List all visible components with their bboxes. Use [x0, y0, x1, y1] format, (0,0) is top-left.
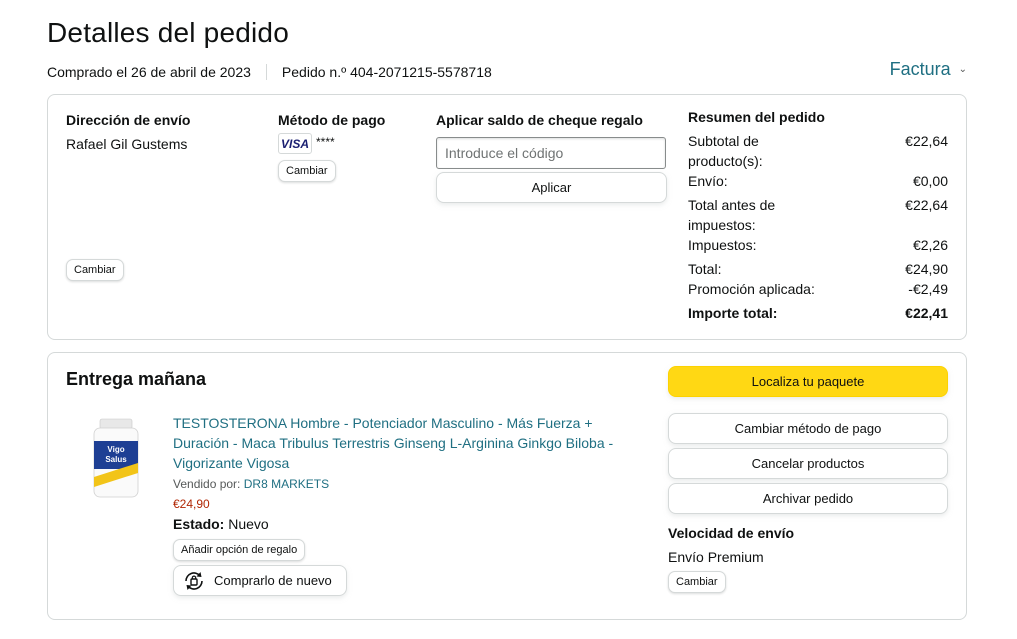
sold-by-label: Vendido por:	[173, 477, 241, 491]
shipping-speed-value: Envío Premium	[668, 549, 764, 565]
status-value: Nuevo	[228, 516, 269, 532]
invoice-label: Factura	[889, 59, 951, 79]
change-payment-button[interactable]: Cambiar	[278, 160, 336, 182]
delivery-heading: Entrega mañana	[66, 369, 207, 389]
summary-label: Promoción aplicada:	[688, 281, 815, 297]
change-address-button[interactable]: Cambiar	[66, 259, 124, 281]
summary-label: Impuestos:	[688, 237, 757, 253]
product-image[interactable]: Vigo Salus	[88, 417, 144, 499]
order-summary: Resumen del pedido Subtotal de producto(…	[688, 109, 948, 327]
summary-row: Impuestos: €2,26	[688, 235, 948, 255]
meta-divider	[265, 64, 267, 80]
visa-icon: VISA	[278, 133, 312, 154]
payment-heading: Método de pago	[278, 112, 386, 128]
purchase-date: Comprado el 26 de abril de 2023	[47, 64, 251, 80]
product-brand-text: Vigo	[107, 445, 124, 454]
order-meta: Comprado el 26 de abril de 2023 Pedido n…	[47, 64, 492, 80]
summary-value: €2,26	[912, 237, 948, 253]
product-brand-text: Salus	[105, 455, 127, 464]
product-price: €24,90	[173, 497, 210, 511]
shipping-name: Rafael Gil Gustems	[66, 136, 188, 152]
summary-value: -€2,49	[908, 281, 948, 297]
grand-total-row: Importe total: €22,41	[688, 303, 948, 323]
reorder-icon	[182, 569, 206, 593]
sold-by: Vendido por: DR8 MARKETS	[173, 477, 329, 491]
buy-again-label: Comprarlo de nuevo	[214, 573, 332, 588]
summary-value: €22,64	[905, 197, 948, 213]
summary-value: €24,90	[905, 261, 948, 277]
summary-row: Total: €24,90	[688, 259, 948, 279]
change-payment-method-button[interactable]: Cambiar método de pago	[668, 413, 948, 444]
status-label: Estado:	[173, 516, 225, 532]
summary-row: Promoción aplicada: -€2,49	[688, 279, 948, 299]
seller-link[interactable]: DR8 MARKETS	[244, 477, 329, 491]
summary-value: €0,00	[912, 173, 948, 189]
track-package-button[interactable]: Localiza tu paquete	[668, 366, 948, 397]
summary-row: Total antes de impuestos: €22,64	[688, 195, 948, 235]
summary-label: Envío:	[688, 173, 728, 189]
shipping-speed-heading: Velocidad de envío	[668, 525, 795, 541]
summary-label: Total:	[688, 261, 722, 277]
summary-label: Subtotal de producto(s):	[688, 133, 763, 169]
cancel-items-button[interactable]: Cancelar productos	[668, 448, 948, 479]
buy-again-button[interactable]: Comprarlo de nuevo	[173, 565, 347, 596]
card-number-mask: ****	[316, 135, 335, 149]
product-title-link[interactable]: TESTOSTERONA Hombre - Potenciador Mascul…	[173, 413, 633, 473]
chevron-down-icon: ⌄	[958, 64, 967, 75]
summary-row: Envío: €0,00	[688, 171, 948, 191]
apply-gift-button[interactable]: Aplicar	[436, 172, 667, 203]
grand-total-value: €22,41	[905, 305, 948, 321]
gift-card-heading: Aplicar saldo de cheque regalo	[436, 112, 643, 128]
summary-heading: Resumen del pedido	[688, 109, 825, 125]
order-info-card: Dirección de envío Rafael Gil Gustems Ca…	[47, 94, 967, 340]
grand-total-label: Importe total:	[688, 305, 778, 321]
summary-label: Total antes de impuestos:	[688, 197, 776, 233]
gift-option-button[interactable]: Añadir opción de regalo	[173, 539, 306, 561]
summary-row: Subtotal de producto(s): €22,64	[688, 131, 948, 171]
page-title: Detalles del pedido	[47, 17, 289, 48]
archive-order-button[interactable]: Archivar pedido	[668, 483, 948, 514]
gift-code-input[interactable]	[436, 137, 666, 169]
product-status: Estado: Nuevo	[173, 516, 269, 532]
order-number: Pedido n.º 404-2071215-5578718	[281, 64, 492, 80]
summary-value: €22,64	[905, 133, 948, 149]
change-speed-button[interactable]: Cambiar	[668, 571, 726, 593]
delivery-card: Entrega mañana Vigo Salus TESTOSTERONA H…	[47, 352, 967, 620]
shipping-heading: Dirección de envío	[66, 112, 191, 128]
invoice-dropdown[interactable]: Factura ⌄	[890, 59, 967, 80]
